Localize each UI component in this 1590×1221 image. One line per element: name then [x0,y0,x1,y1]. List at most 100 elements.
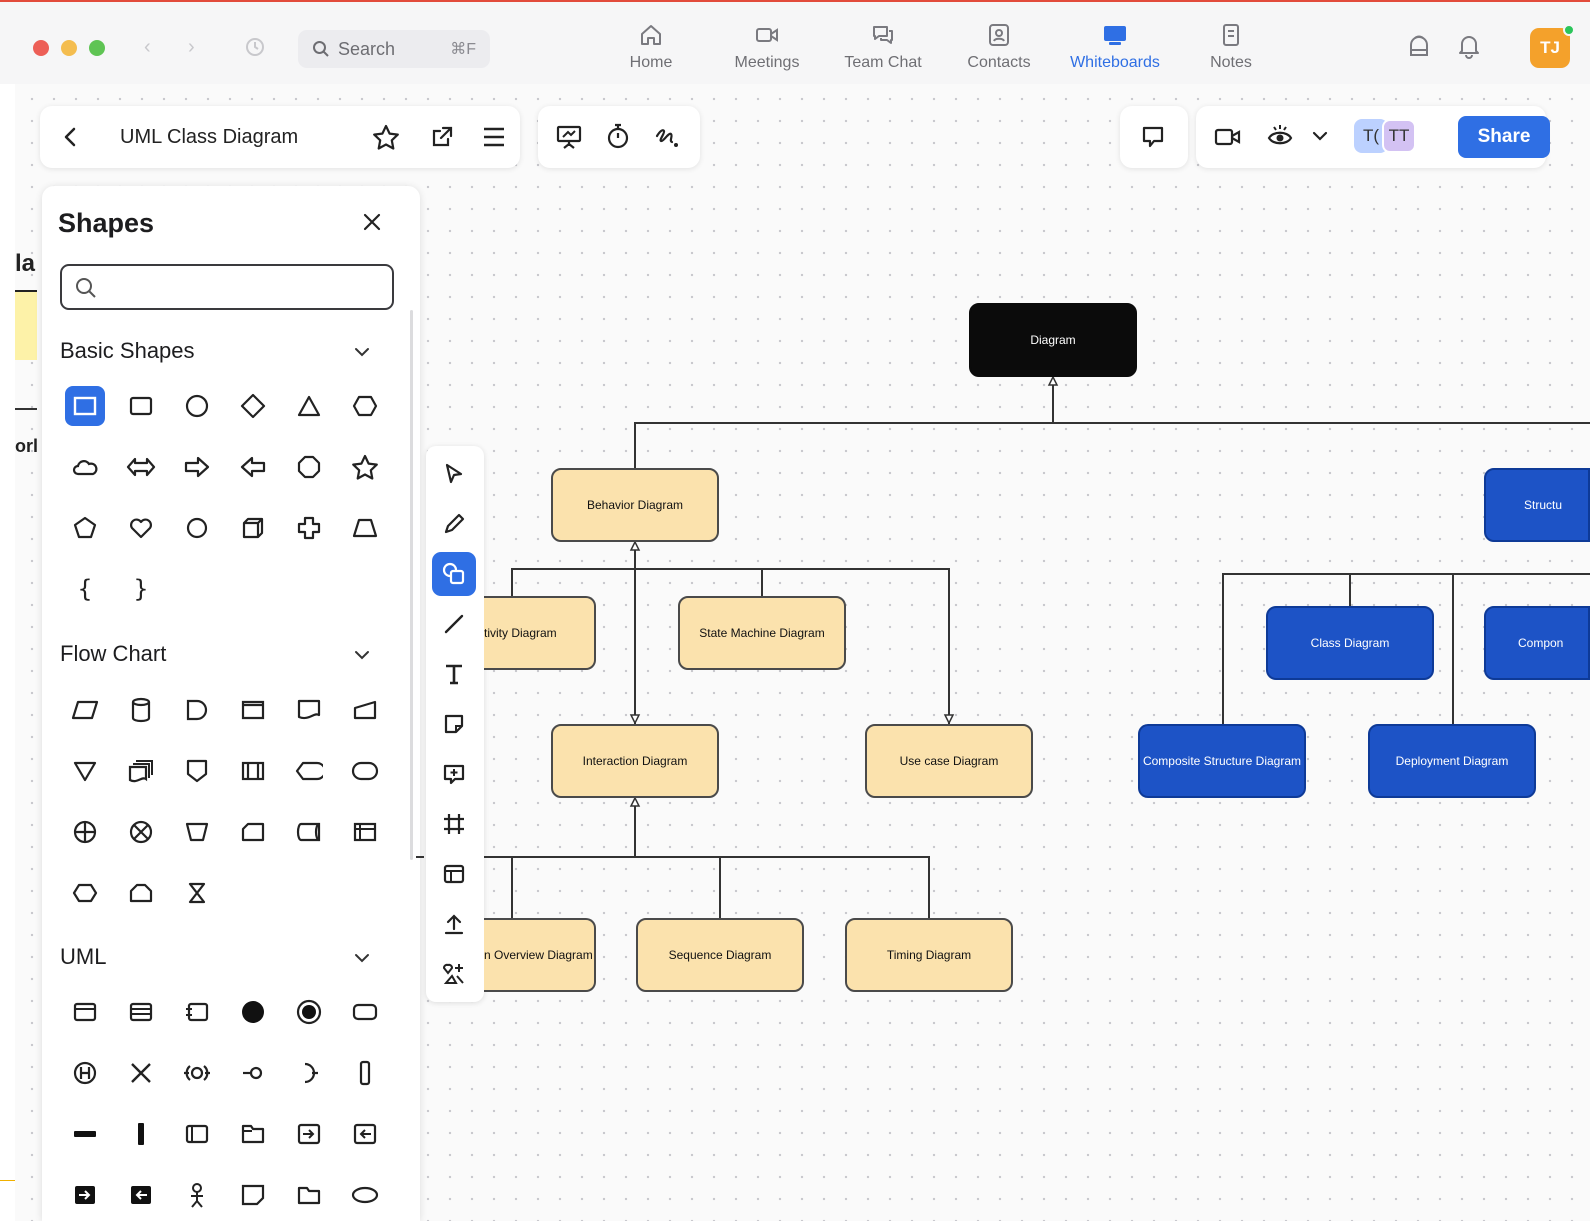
flow-manual-input-shape[interactable] [345,690,385,730]
uml-state-shape[interactable] [345,992,385,1032]
bell-icon[interactable] [1456,32,1482,60]
presentation-icon[interactable] [556,124,582,150]
section-basic-shapes[interactable]: Basic Shapes [60,338,195,364]
shape-double-arrow[interactable] [121,447,161,487]
minimize-window-button[interactable] [61,40,77,56]
diagram-node-use-case[interactable]: Use case Diagram [865,724,1033,798]
flow-loop-limit-shape[interactable] [121,873,161,913]
chevron-down-icon[interactable] [354,346,370,358]
shape-right-arrow[interactable] [177,447,217,487]
close-icon[interactable] [362,212,382,232]
diagram-node-deployment[interactable]: Deployment Diagram [1368,724,1536,798]
flow-card-shape[interactable] [233,690,273,730]
chevron-down-icon[interactable] [354,649,370,661]
uml-folder-shape[interactable] [289,1175,329,1215]
flow-document-shape[interactable] [289,690,329,730]
back-chevron-icon[interactable] [62,126,80,148]
shapes-tool[interactable] [432,552,476,596]
flow-merge-shape[interactable] [65,751,105,791]
upload-tool[interactable] [432,902,476,946]
uml-history-shape[interactable] [65,1053,105,1093]
flow-summing-junction-shape[interactable] [121,812,161,852]
uml-destruction-shape[interactable] [121,1053,161,1093]
flow-delay-shape[interactable] [177,690,217,730]
diagram-node-interaction[interactable]: Interaction Diagram [551,724,719,798]
diagram-node-composite-structure[interactable]: Composite Structure Diagram [1138,724,1306,798]
uml-port-out-shape[interactable] [345,1114,385,1154]
text-tool[interactable] [432,652,476,696]
flow-multi-document-shape[interactable] [121,751,161,791]
shape-left-brace[interactable]: { [65,569,105,609]
uml-fork-vertical-shape[interactable] [121,1114,161,1154]
uml-interface-shape[interactable] [177,992,217,1032]
uml-lifeline-shape[interactable] [345,1053,385,1093]
more-tools[interactable] [432,952,476,996]
uml-actor-shape[interactable] [177,1175,217,1215]
uml-frame-shape[interactable] [177,1114,217,1154]
flow-manual-operation-shape[interactable] [177,812,217,852]
uml-class-attributes-shape[interactable] [121,992,161,1032]
shape-hexagon[interactable] [345,386,385,426]
shape-cross[interactable] [289,508,329,548]
pen-tool[interactable] [432,502,476,546]
timer-icon[interactable] [606,122,630,150]
diagram-node-sequence[interactable]: Sequence Diagram [636,918,804,992]
flow-or-shape[interactable] [65,812,105,852]
uml-note-shape[interactable] [233,1175,273,1215]
zoom-window-button[interactable] [89,40,105,56]
uml-final-state-shape[interactable] [289,992,329,1032]
share-button[interactable]: Share [1458,116,1550,158]
flow-collate-shape[interactable] [177,873,217,913]
diagram-node-timing[interactable]: Timing Diagram [845,918,1013,992]
section-uml[interactable]: UML [60,944,106,970]
frame-tool[interactable] [432,802,476,846]
uml-lollipop-shape[interactable] [233,1053,273,1093]
diagram-node-state-machine[interactable]: State Machine Diagram [678,596,846,670]
history-icon[interactable] [242,36,266,58]
flow-preparation-shape[interactable] [65,873,105,913]
chevron-down-icon[interactable] [354,952,370,964]
shape-cloud[interactable] [65,447,105,487]
template-tool[interactable] [432,852,476,896]
uml-fork-horizontal-shape[interactable] [65,1114,105,1154]
global-search[interactable]: Search ⌘F [298,30,490,68]
line-tool[interactable] [432,602,476,646]
shape-right-brace[interactable]: } [121,569,161,609]
diagram-node-root[interactable]: Diagram [969,303,1137,377]
shape-left-arrow[interactable] [233,447,273,487]
forward-arrow-icon[interactable]: › [188,36,195,59]
flow-off-page-shape[interactable] [177,751,217,791]
uml-class-shape[interactable] [65,992,105,1032]
diagram-node-component[interactable]: Compon [1484,606,1590,680]
flow-display-shape[interactable] [289,751,329,791]
uml-port-in-shape[interactable] [289,1114,329,1154]
external-link-icon[interactable] [430,125,454,149]
shape-octagon[interactable] [289,447,329,487]
shapes-scrollbar[interactable] [410,310,413,860]
flow-database-shape[interactable] [121,690,161,730]
shape-heart[interactable] [121,508,161,548]
board-title[interactable]: UML Class Diagram [120,126,298,149]
shape-star[interactable] [345,447,385,487]
diagram-node-structure[interactable]: Structu [1484,468,1590,542]
flow-stored-data-shape[interactable] [289,812,329,852]
flow-data-shape[interactable] [65,690,105,730]
collaborator-avatar[interactable]: TT [1382,119,1416,153]
shape-pentagon[interactable] [65,508,105,548]
chevron-down-icon[interactable] [1312,130,1328,142]
diagram-node-overview[interactable]: n Overview Diagram [484,918,596,992]
laser-pointer-icon[interactable] [654,124,680,150]
nav-contacts[interactable]: Contacts [951,22,1047,72]
uml-required-interface-shape[interactable] [289,1053,329,1093]
flow-terminator-shape[interactable] [345,751,385,791]
diagram-node-behavior[interactable]: Behavior Diagram [551,468,719,542]
uml-initial-state-shape[interactable] [233,992,273,1032]
shape-ellipse[interactable] [177,508,217,548]
nav-notes[interactable]: Notes [1183,22,1279,72]
section-flow-chart[interactable]: Flow Chart [60,641,166,667]
uml-package-shape[interactable] [233,1114,273,1154]
nav-whiteboards[interactable]: Whiteboards [1067,22,1163,72]
uml-send-signal-shape[interactable] [65,1175,105,1215]
flow-internal-storage-shape[interactable] [345,812,385,852]
video-call-icon[interactable] [1214,126,1242,148]
